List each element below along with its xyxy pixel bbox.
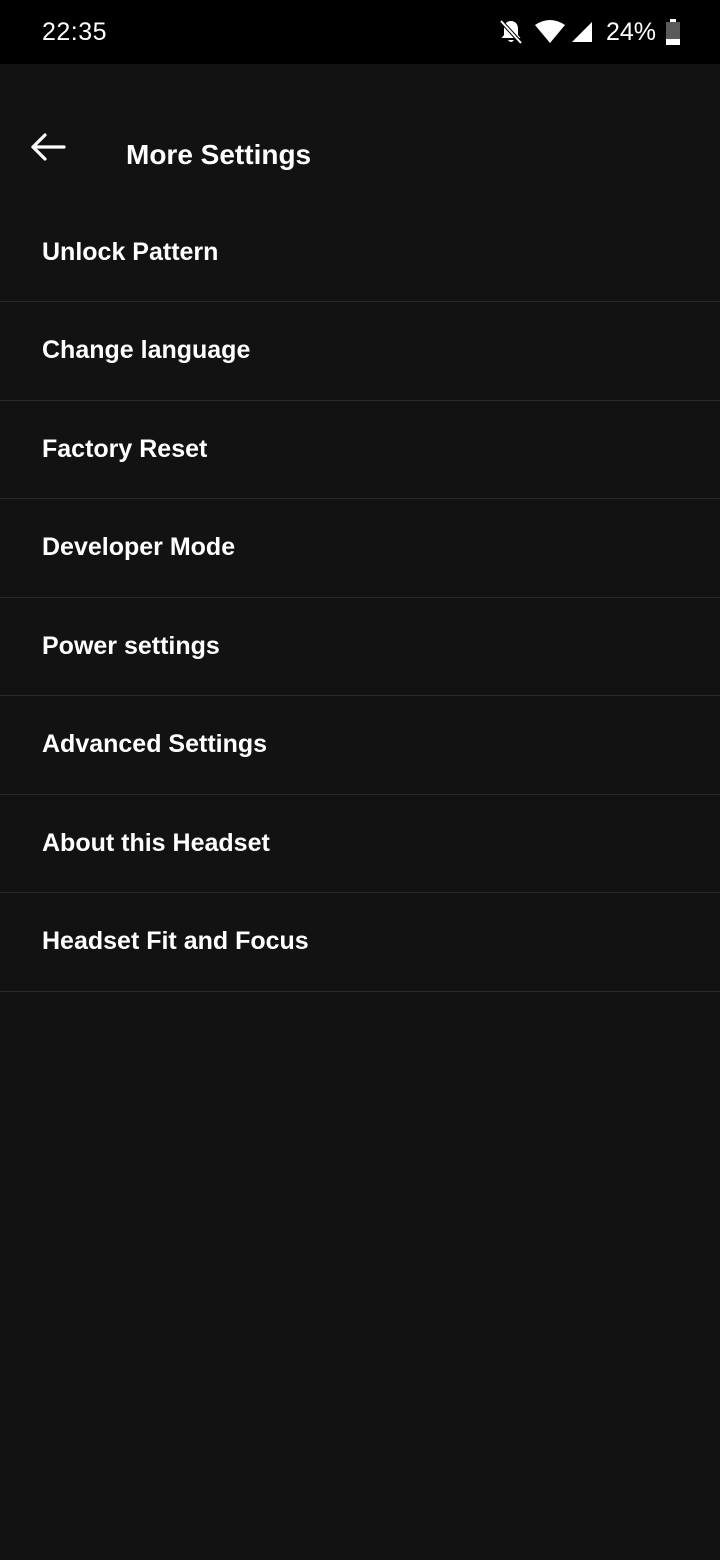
battery-icon xyxy=(666,19,680,45)
settings-item-about-headset[interactable]: About this Headset xyxy=(0,795,720,893)
settings-item-developer-mode[interactable]: Developer Mode xyxy=(0,499,720,598)
settings-list: Unlock Pattern Change language Factory R… xyxy=(0,204,720,992)
settings-item-label: Unlock Pattern xyxy=(42,238,219,266)
settings-item-advanced-settings[interactable]: Advanced Settings xyxy=(0,696,720,795)
settings-item-label: Factory Reset xyxy=(42,434,208,463)
settings-item-change-language[interactable]: Change language xyxy=(0,302,720,401)
settings-item-headset-fit-focus[interactable]: Headset Fit and Focus xyxy=(0,893,720,992)
page-title: More Settings xyxy=(126,139,312,170)
settings-item-label: About this Headset xyxy=(42,828,270,857)
settings-item-label: Power settings xyxy=(42,631,220,660)
app-bar: More Settings xyxy=(0,64,720,204)
settings-item-label: Advanced Settings xyxy=(42,730,268,759)
battery-percentage: 24% xyxy=(605,17,656,46)
back-button[interactable] xyxy=(24,126,72,172)
status-bar: 22:35 24% xyxy=(0,0,720,64)
status-time: 22:35 xyxy=(42,18,108,46)
settings-item-unlock-pattern[interactable]: Unlock Pattern xyxy=(0,204,720,302)
settings-item-label: Developer Mode xyxy=(42,533,236,562)
settings-item-factory-reset[interactable]: Factory Reset xyxy=(0,401,720,499)
settings-item-power-settings[interactable]: Power settings xyxy=(0,598,720,696)
arrow-left-icon xyxy=(30,132,66,167)
status-icons: 24% xyxy=(498,16,680,48)
settings-item-label: Change language xyxy=(42,336,251,365)
settings-item-label: Headset Fit and Focus xyxy=(42,927,309,956)
wifi-icon xyxy=(534,19,566,45)
bell-muted-icon xyxy=(498,18,524,46)
signal-icon xyxy=(570,20,594,44)
